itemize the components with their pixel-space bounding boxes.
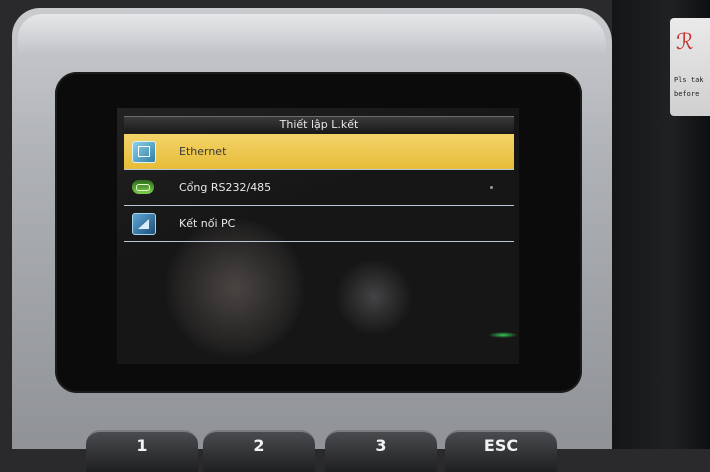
- key-3[interactable]: 3: [325, 430, 437, 472]
- warning-sticker: ℛ Pls tak before: [670, 18, 710, 116]
- pc-connection-icon: [132, 213, 156, 235]
- key-1[interactable]: 1: [86, 430, 198, 472]
- key-esc[interactable]: ESC: [445, 430, 557, 472]
- serial-port-icon: [132, 180, 154, 194]
- menu-item-label: Ethernet: [179, 145, 227, 158]
- screen-title: Thiết lập L.kết: [124, 116, 514, 133]
- indicator-dot: [490, 186, 493, 189]
- status-led: [488, 332, 518, 338]
- ethernet-icon: [132, 141, 156, 163]
- menu-item-label: Kết nối PC: [179, 217, 236, 230]
- key-2[interactable]: 2: [203, 430, 315, 472]
- sticker-text-line2: before: [674, 90, 700, 98]
- menu-item-serial-port[interactable]: Cổng RS232/485: [124, 170, 514, 206]
- menu-item-ethernet[interactable]: Ethernet: [124, 134, 514, 170]
- connection-menu: Ethernet Cổng RS232/485 Kết nối PC: [124, 134, 514, 242]
- lcd-screen: Thiết lập L.kết Ethernet Cổng RS232/485 …: [117, 108, 519, 364]
- menu-item-label: Cổng RS232/485: [179, 181, 272, 194]
- sticker-logo-icon: ℛ: [676, 30, 694, 55]
- menu-item-pc-connection[interactable]: Kết nối PC: [124, 206, 514, 242]
- sticker-text-line1: Pls tak: [674, 76, 704, 84]
